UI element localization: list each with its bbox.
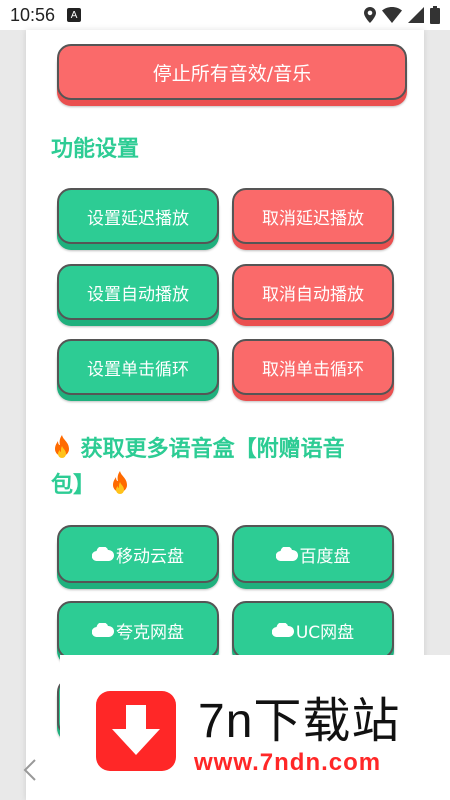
cloud-icon <box>271 623 294 637</box>
set-delay-play-button[interactable]: 设置延迟播放 <box>57 188 219 244</box>
set-click-loop-button[interactable]: 设置单击循环 <box>57 339 219 395</box>
cancel-delay-play-button[interactable]: 取消延迟播放 <box>232 188 394 244</box>
watermark-banner: 7n下载站 www.7ndn.com <box>60 655 450 800</box>
chevron-left-icon <box>23 759 36 781</box>
signal-icon <box>408 7 424 23</box>
set-delay-play-label: 设置延迟播放 <box>87 208 189 229</box>
watermark-url: www.7ndn.com <box>194 749 382 776</box>
cancel-click-loop-button[interactable]: 取消单击循环 <box>232 339 394 395</box>
more-voice-boxes-line1: 获取更多语音盒【附赠语音 <box>80 437 345 462</box>
fire-icon <box>55 435 69 458</box>
status-time: 10:56 <box>10 4 56 25</box>
status-icons <box>364 6 440 24</box>
set-click-loop-label: 设置单击循环 <box>87 359 189 380</box>
baidu-disk-link-button[interactable]: 百度盘 <box>232 525 394 583</box>
watermark-title: 7n下载站 <box>198 695 401 748</box>
more-voice-boxes-line2: 包】 <box>51 473 96 498</box>
baidu-disk-label: 百度盘 <box>299 546 351 567</box>
quark-disk-label: 夸克网盘 <box>116 622 184 643</box>
download-logo-icon <box>96 691 176 771</box>
cloud-icon <box>275 547 298 561</box>
function-settings-title: 功能设置 <box>51 137 140 162</box>
cancel-auto-play-button[interactable]: 取消自动播放 <box>232 264 394 320</box>
set-auto-play-label: 设置自动播放 <box>87 284 189 305</box>
status-bar: 10:56 A <box>0 0 450 30</box>
cloud-icon <box>92 623 114 637</box>
battery-icon <box>430 6 440 24</box>
set-auto-play-button[interactable]: 设置自动播放 <box>57 264 219 320</box>
cancel-auto-play-label: 取消自动播放 <box>262 284 364 305</box>
cancel-delay-play-label: 取消延迟播放 <box>262 208 364 229</box>
mobile-cloud-label: 移动云盘 <box>116 546 184 567</box>
back-nav-button[interactable] <box>0 740 60 800</box>
stop-all-sounds-button[interactable]: 停止所有音效/音乐 <box>57 44 407 100</box>
more-voice-boxes-title: 获取更多语音盒【附赠语音 包】 <box>51 432 411 504</box>
location-icon <box>364 7 376 23</box>
cancel-click-loop-label: 取消单击循环 <box>262 359 364 380</box>
stop-all-sounds-label: 停止所有音效/音乐 <box>152 62 312 85</box>
notification-a-icon: A <box>67 8 82 22</box>
uc-disk-link-button[interactable]: UC网盘 <box>232 601 394 659</box>
fire-icon <box>112 471 127 494</box>
wifi-icon <box>382 7 402 23</box>
quark-disk-link-button[interactable]: 夸克网盘 <box>57 601 219 659</box>
cloud-icon <box>92 547 114 561</box>
uc-disk-label: UC网盘 <box>295 622 355 643</box>
mobile-cloud-link-button[interactable]: 移动云盘 <box>57 525 219 583</box>
